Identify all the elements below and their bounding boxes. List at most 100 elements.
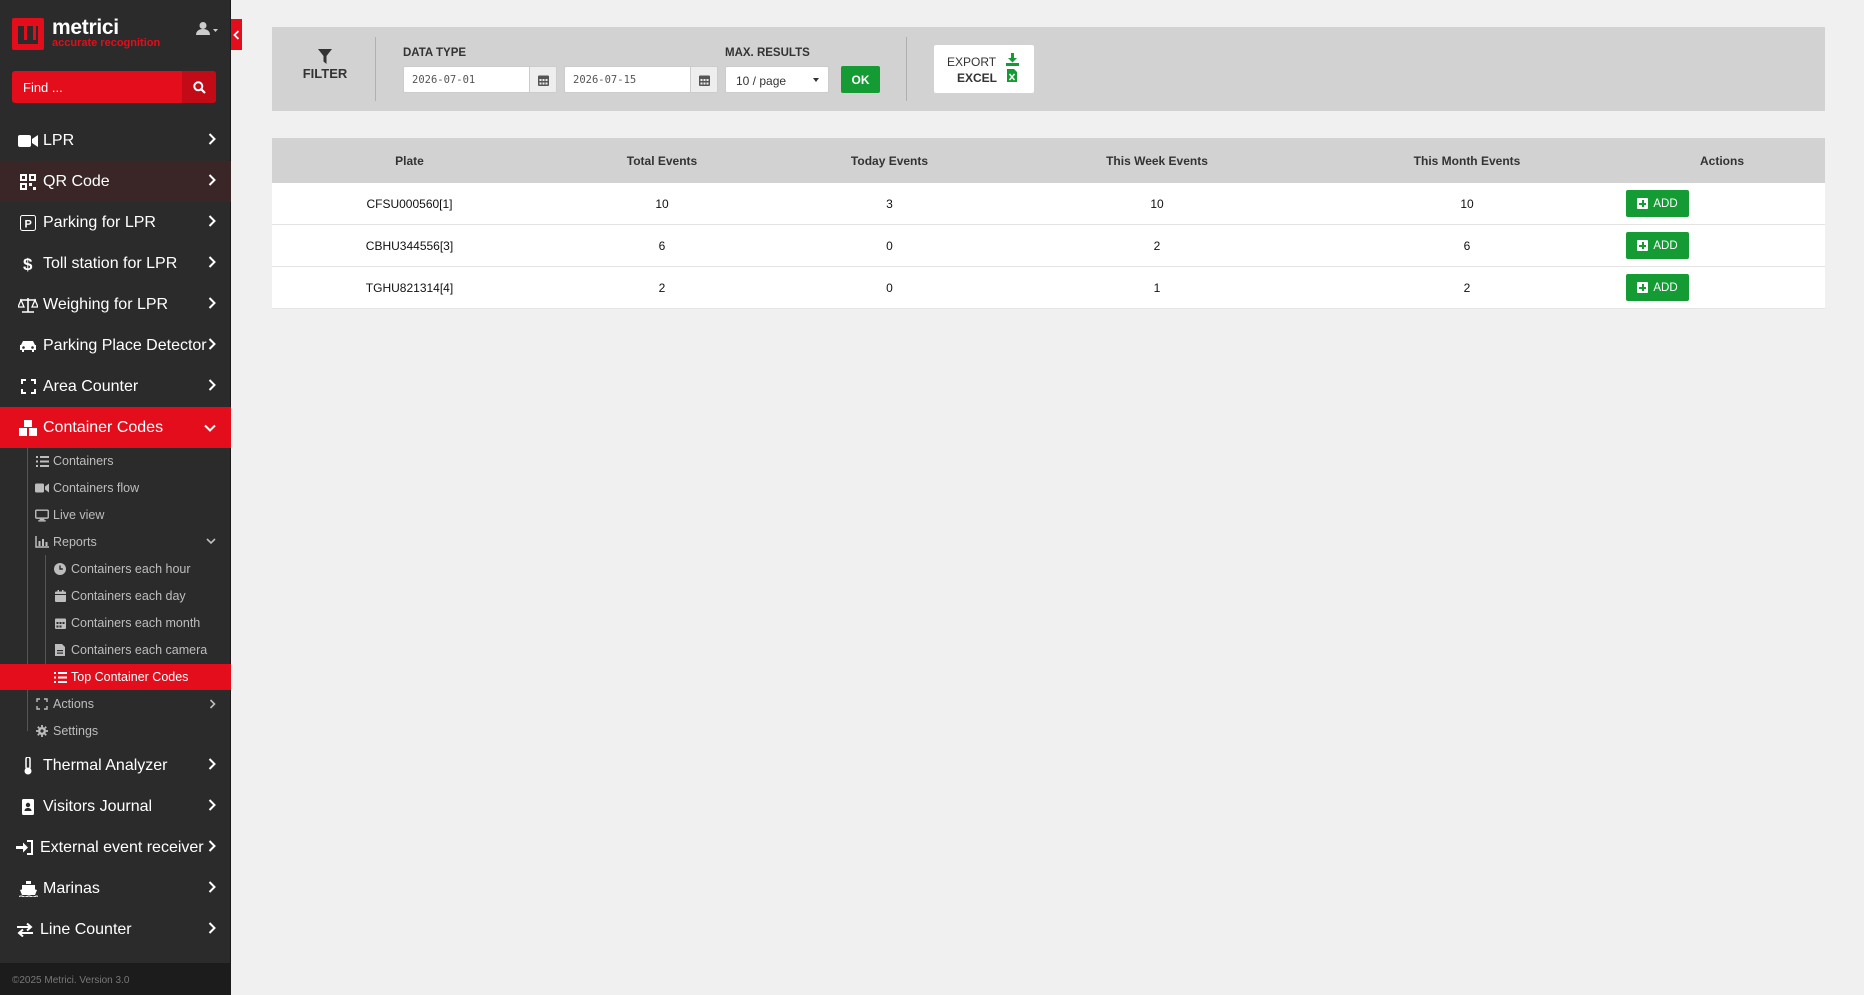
- chevron-right-icon: [208, 338, 216, 350]
- column-header-week-events[interactable]: This Week Events: [1002, 138, 1312, 183]
- thermometer-icon: [17, 756, 39, 775]
- cell-today-events: 3: [886, 197, 893, 211]
- sidebar-subitem-label: Reports: [53, 535, 97, 549]
- cell-today-events: 0: [886, 281, 893, 295]
- chevron-right-icon: [208, 133, 216, 145]
- sidebar-item-label: LPR: [43, 131, 75, 149]
- sidebar-item-label: Area Counter: [43, 377, 139, 395]
- sidebar-report-top-container-codes[interactable]: Top Container Codes: [0, 664, 231, 690]
- add-button[interactable]: ADD: [1626, 274, 1689, 301]
- sidebar-subitem-label: Settings: [53, 724, 99, 738]
- desktop-icon: [35, 508, 49, 522]
- sidebar-subitem-live-view[interactable]: Live view: [0, 502, 231, 528]
- sidebar-item-qr-code[interactable]: QR Code: [0, 161, 231, 202]
- filter-title: FILTER: [272, 49, 378, 81]
- column-header-total-events[interactable]: Total Events: [547, 138, 777, 183]
- user-icon: [196, 22, 218, 35]
- add-button[interactable]: ADD: [1626, 232, 1689, 259]
- cell-month-events: 10: [1460, 197, 1474, 211]
- sidebar-subitem-containers-flow[interactable]: Containers flow: [0, 475, 231, 501]
- sidebar-report-label: Containers each hour: [71, 562, 191, 576]
- sidebar-subitem-actions[interactable]: Actions: [0, 691, 231, 717]
- date-to-input[interactable]: 2026-07-15: [564, 66, 718, 93]
- date-from-input[interactable]: 2026-07-01: [403, 66, 557, 93]
- chevron-left-icon: [233, 29, 240, 40]
- download-icon: [1006, 53, 1019, 66]
- sidebar-item-thermal-analyzer[interactable]: Thermal Analyzer: [0, 745, 231, 786]
- svg-text:P: P: [25, 218, 32, 230]
- cell-week-events: 10: [1150, 197, 1164, 211]
- column-header-today-events[interactable]: Today Events: [777, 138, 1002, 183]
- sidebar-item-line-counter[interactable]: Line Counter: [0, 909, 231, 950]
- sidebar-report-each-camera[interactable]: Containers each camera: [0, 637, 231, 663]
- cell-plate: TGHU821314[4]: [365, 281, 454, 295]
- brand-logo[interactable]: metrici accurate recognition: [12, 16, 172, 52]
- data-type-label: DATA TYPE: [403, 47, 467, 59]
- chevron-right-icon: [209, 699, 216, 709]
- search-button[interactable]: [182, 71, 216, 103]
- sidebar-subitem-settings[interactable]: Settings: [0, 718, 231, 744]
- sidebar-item-parking-place-detector[interactable]: Parking Place Detector: [0, 325, 231, 366]
- plus-square-icon: [1637, 198, 1649, 209]
- table-row: CBHU344556[3] 6 0 2 6 ADD: [272, 225, 1825, 267]
- excel-label: EXCEL: [957, 71, 998, 85]
- cell-plate: CFSU000560[1]: [366, 197, 453, 211]
- cell-month-events: 2: [1463, 281, 1471, 295]
- search-input[interactable]: [12, 71, 182, 103]
- add-button[interactable]: ADD: [1626, 190, 1689, 217]
- sidebar-subitem-label: Containers: [53, 454, 114, 468]
- cell-week-events: 1: [1153, 281, 1161, 295]
- sidebar-item-lpr[interactable]: LPR: [0, 120, 231, 161]
- user-menu-button[interactable]: [196, 21, 222, 39]
- sidebar-item-label: Container Codes: [43, 418, 164, 436]
- sidebar-item-weighing[interactable]: Weighing for LPR: [0, 284, 231, 325]
- column-header-plate[interactable]: Plate: [272, 138, 547, 183]
- max-results-select[interactable]: 10 / page: [725, 66, 829, 93]
- date-from-calendar-button[interactable]: [529, 67, 556, 92]
- cell-week-events: 2: [1153, 239, 1161, 253]
- column-header-month-events[interactable]: This Month Events: [1312, 138, 1622, 183]
- sidebar-item-label: Parking for LPR: [43, 213, 156, 231]
- table-header: Plate Total Events Today Events This Wee…: [272, 138, 1825, 183]
- sidebar-report-each-month[interactable]: Containers each month: [0, 610, 231, 636]
- sidebar-item-label: Thermal Analyzer: [43, 756, 168, 774]
- date-to-calendar-button[interactable]: [690, 67, 717, 92]
- gear-icon: [35, 725, 49, 737]
- video-camera-icon: [17, 134, 39, 148]
- sidebar-item-label: Toll station for LPR: [43, 254, 178, 272]
- sidebar-report-each-day[interactable]: Containers each day: [0, 583, 231, 609]
- ok-button[interactable]: OK: [841, 66, 880, 93]
- export-excel-button[interactable]: EXPORT EXCEL: [934, 45, 1034, 93]
- sidebar-item-marinas[interactable]: Marinas: [0, 868, 231, 909]
- sidebar-item-label: Marinas: [43, 879, 100, 897]
- sidebar-subitem-label: Live view: [53, 508, 105, 522]
- sidebar-item-area-counter[interactable]: Area Counter: [0, 366, 231, 407]
- chevron-down-icon: [204, 424, 216, 432]
- sidebar-item-toll-station[interactable]: $ Toll station for LPR: [0, 243, 231, 284]
- sidebar-item-visitors-journal[interactable]: Visitors Journal: [0, 786, 231, 827]
- cubes-icon: [17, 419, 39, 436]
- sidebar-subitem-reports[interactable]: Reports: [0, 529, 231, 555]
- sidebar-collapse-button[interactable]: [231, 19, 242, 50]
- sidebar-item-parking-lpr[interactable]: P Parking for LPR: [0, 202, 231, 243]
- sidebar-item-external-event-receiver[interactable]: External event receiver: [0, 827, 231, 868]
- sidebar-subitem-containers[interactable]: Containers: [0, 448, 231, 474]
- chevron-right-icon: [208, 256, 216, 268]
- sidebar: metrici accurate recognition LPR QR Code…: [0, 0, 231, 995]
- chevron-down-icon: [206, 538, 216, 545]
- sidebar-report-label: Containers each day: [71, 589, 186, 603]
- footer-version: ©2025 Metrici. Version 3.0: [0, 963, 231, 995]
- caret-down-icon: [813, 78, 819, 82]
- metrici-logo-icon: [12, 18, 44, 50]
- cell-total-events: 2: [658, 281, 666, 295]
- clock-icon: [53, 563, 67, 575]
- cell-month-events: 6: [1463, 239, 1471, 253]
- chevron-right-icon: [208, 840, 216, 852]
- sidebar-report-each-hour[interactable]: Containers each hour: [0, 556, 231, 582]
- sidebar-item-container-codes[interactable]: Container Codes: [0, 407, 231, 448]
- cell-total-events: 10: [655, 197, 669, 211]
- sidebar-item-label: Line Counter: [40, 920, 132, 938]
- arrows-icon: [35, 698, 49, 710]
- calendar-month-icon: [53, 617, 67, 629]
- list-icon: [35, 455, 49, 467]
